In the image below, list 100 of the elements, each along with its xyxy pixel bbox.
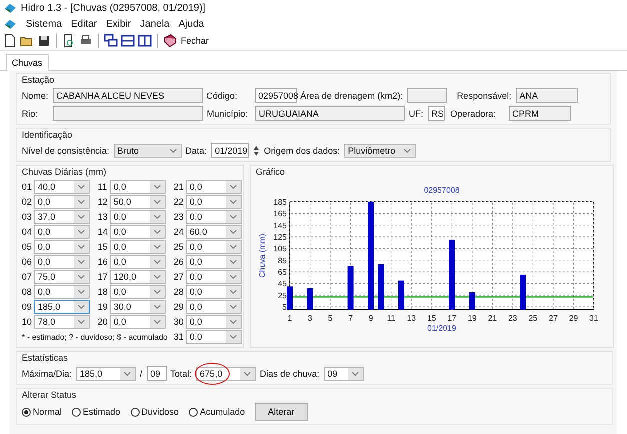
day-number: 02 [22,197,33,207]
date-field[interactable]: 01/2019 [211,143,250,158]
rain-value-dropdown[interactable]: 75,0 [34,270,90,284]
chevron-down-icon [230,260,237,264]
rain-value-dropdown[interactable]: 0,0 [110,240,166,254]
rain-value-dropdown[interactable]: 0,0 [34,255,90,269]
name-field[interactable]: CABANHA ALCEU NEVES [52,88,203,103]
rain-value-dropdown[interactable]: 0,0 [186,180,242,194]
chevron-down-icon [78,200,85,204]
day-number: 08 [22,287,33,297]
rain-value-dropdown[interactable]: 0,0 [186,300,242,314]
menu-item[interactable]: Ajuda [178,19,204,30]
consistency-dropdown[interactable]: Bruto [114,144,182,158]
rain-value-dropdown[interactable]: 0,0 [110,255,166,269]
chevron-down-icon [230,200,237,204]
bar [449,240,456,310]
rain-value-dropdown[interactable]: 0,0 [186,315,242,329]
menu-item[interactable]: Sistema [26,19,62,30]
rain-value-dropdown[interactable]: 0,0 [110,315,166,329]
rain-value-dropdown[interactable]: 30,0 [110,300,166,314]
radio-button[interactable] [130,408,140,416]
rain-value-dropdown[interactable]: 0,0 [110,210,166,224]
rain-value-dropdown[interactable]: 0,0 [186,240,242,254]
max-day-field[interactable]: 09 [146,366,167,381]
responsible-field[interactable]: ANA [516,88,578,103]
operator-field[interactable]: CPRM [508,106,570,121]
max-rain-dropdown[interactable]: 185,0 [76,366,136,380]
day-number: 22 [174,197,185,207]
rain-value-dropdown[interactable]: 0,0 [110,285,166,299]
chevron-down-icon [230,230,237,234]
rain-value-dropdown[interactable]: 0,0 [34,195,90,209]
new-document-icon[interactable] [3,34,17,48]
chevron-down-icon [154,260,161,264]
city-field[interactable]: URUGUAIANA [255,106,405,121]
tick-label: 25 [278,291,287,300]
rain-value-dropdown[interactable]: 50,0 [110,195,166,209]
radio-option[interactable]: Duvidoso [130,407,180,417]
rain-value-dropdown[interactable]: 0,0 [34,240,90,254]
day-number: 04 [22,227,33,237]
rain-days-dropdown[interactable]: 09 [324,366,364,380]
state-field[interactable]: RS [428,106,444,121]
menu-item[interactable]: Editar [71,19,98,30]
rain-value-dropdown[interactable]: 37,0 [34,210,90,224]
y-axis-label: Chuva (mm) [258,234,267,278]
rain-value-dropdown[interactable]: 185,0 [34,300,90,314]
rain-value-dropdown[interactable]: 0,0 [186,195,242,209]
rain-value-dropdown[interactable]: 78,0 [34,315,90,329]
rain-value-dropdown[interactable]: 40,0 [34,180,90,194]
radio-button[interactable] [189,408,198,416]
tick-label: 25 [528,314,538,323]
river-field[interactable] [53,106,203,121]
cascade-windows-icon[interactable] [104,34,118,48]
rain-value-dropdown[interactable]: 0,0 [110,225,166,239]
radio-button[interactable] [72,408,82,416]
rain-value-dropdown[interactable]: 0,0 [186,330,242,344]
day-number: 21 [174,182,185,192]
window-title: Hidro 1.3 - [Chuvas (02957008, 01/2019)] [21,3,206,14]
rain-value-dropdown[interactable]: 0,0 [186,255,242,269]
menu-item[interactable]: Janela [140,19,170,30]
chevron-down-icon [78,260,85,264]
book-icon[interactable] [163,34,177,48]
rain-value-dropdown[interactable]: 0,0 [110,180,166,194]
group-title: Identificação [22,130,74,140]
day-number: 09 [22,302,33,312]
tile-vertical-icon[interactable] [138,34,152,48]
chevron-down-icon [154,290,161,294]
total-dropdown[interactable]: 675,0 [196,366,256,380]
menu-item[interactable]: Exibir [106,19,132,30]
rain-value-dropdown[interactable]: 0,0 [186,210,242,224]
rain-value-dropdown[interactable]: 0,0 [34,225,90,239]
tab[interactable]: Chuvas [6,54,49,71]
field-label: Máxima/Dia: [22,368,72,378]
chevron-down-icon [78,275,85,279]
tick-label: 125 [274,233,287,242]
day-number: 23 [174,212,185,222]
radio-button[interactable] [22,408,31,416]
spinner-icon[interactable] [253,144,260,156]
chevron-down-icon [78,290,85,294]
rain-value-dropdown[interactable]: 120,0 [110,270,166,284]
rain-value-dropdown[interactable]: 60,0 [186,225,242,239]
day-number: 15 [98,242,109,252]
chevron-down-icon [154,320,161,324]
rain-value-dropdown[interactable]: 0,0 [34,285,90,299]
radio-option[interactable]: Acumulado [189,407,246,417]
close-button[interactable]: Fechar [180,33,210,49]
save-icon[interactable] [37,34,51,48]
origin-dropdown[interactable]: Pluviômetro [344,144,416,158]
print-preview-icon[interactable] [62,34,76,48]
tile-horizontal-icon[interactable] [121,34,135,48]
change-button[interactable]: Alterar [255,403,308,421]
day-number: 30 [174,317,185,327]
code-field[interactable]: 02957008 [254,88,297,103]
radio-option[interactable]: Normal [22,407,62,417]
group-title: Estação [22,75,56,85]
rain-value-dropdown[interactable]: 0,0 [186,285,242,299]
day-number: 18 [98,287,109,297]
area-field[interactable] [407,88,448,103]
radio-option[interactable]: Estimado [72,407,121,417]
chevron-down-icon [154,305,161,309]
rain-value-dropdown[interactable]: 0,0 [186,270,242,284]
